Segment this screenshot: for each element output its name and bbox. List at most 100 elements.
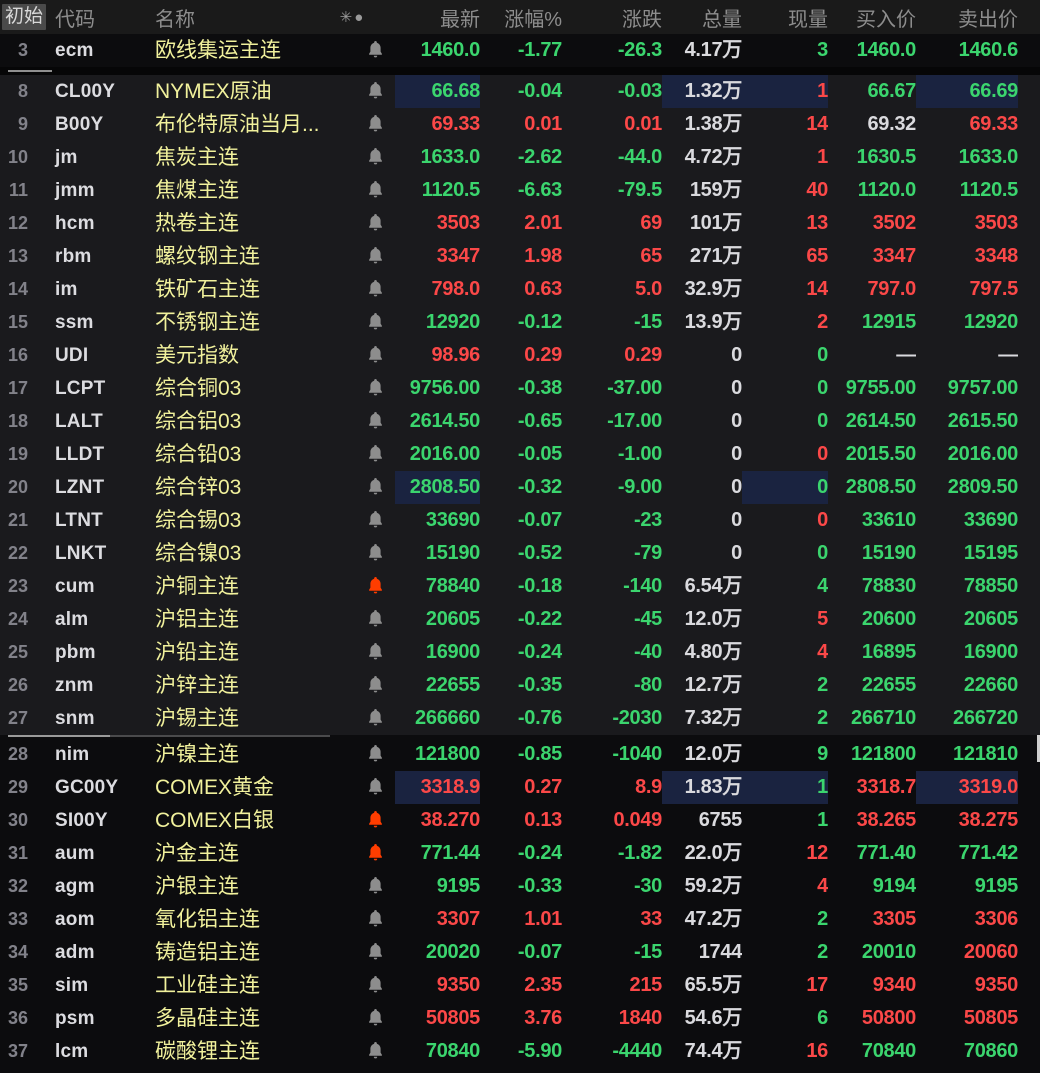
- alert-bell-icon[interactable]: [355, 240, 395, 273]
- alert-bell-icon[interactable]: [355, 837, 395, 870]
- alert-bell-icon[interactable]: [355, 603, 395, 636]
- change-percent: -0.04: [517, 80, 562, 102]
- ask-price: 15195: [963, 542, 1018, 564]
- table-row[interactable]: 35 sim 工业硅主连 9350 2.35 215 65.5万 17 9340…: [0, 969, 1040, 1002]
- table-row[interactable]: 9 B00Y 布伦特原油当月... 69.33 0.01 0.01 1.38万 …: [0, 108, 1040, 141]
- bid-price: 9194: [872, 875, 916, 897]
- column-header-initial-sort[interactable]: 初始: [0, 4, 47, 30]
- table-row[interactable]: 33 aom 氧化铝主连 3307 1.01 33 47.2万 2 3305 3…: [0, 903, 1040, 936]
- alert-bell-icon[interactable]: [355, 75, 395, 108]
- current-volume: 40: [806, 179, 828, 201]
- contract-code: LLDT: [55, 444, 105, 465]
- table-row[interactable]: 37 lcm 碳酸锂主连 70840 -5.90 -4440 74.4万 16 …: [0, 1035, 1040, 1068]
- ask-price: 69.33: [969, 113, 1018, 135]
- table-row[interactable]: 24 alm 沪铝主连 20605 -0.22 -45 12.0万 5 2060…: [0, 603, 1040, 636]
- contract-code: agm: [55, 876, 95, 897]
- alert-bell-icon[interactable]: [355, 273, 395, 306]
- column-header-last[interactable]: 最新: [395, 3, 480, 32]
- table-row[interactable]: 26 znm 沪锌主连 22655 -0.35 -80 12.7万 2 2265…: [0, 669, 1040, 702]
- bid-price: 1120.0: [857, 179, 916, 201]
- column-header-total-volume[interactable]: 总量: [662, 3, 742, 32]
- table-row[interactable]: 11 jmm 焦煤主连 1120.5 -6.63 -79.5 159万 40 1…: [0, 174, 1040, 207]
- table-row[interactable]: 29 GC00Y COMEX黄金 3318.9 0.27 8.9 1.83万 1…: [0, 771, 1040, 804]
- sort-marker-icons[interactable]: ✳●: [310, 8, 395, 26]
- last-price: 12920: [425, 311, 480, 333]
- table-row[interactable]: 36 psm 多晶硅主连 50805 3.76 1840 54.6万 6 508…: [0, 1002, 1040, 1035]
- divider-tick-strong: [8, 735, 110, 737]
- table-row[interactable]: 28 nim 沪镍主连 121800 -0.85 -1040 12.0万 9 1…: [0, 738, 1040, 771]
- alert-bell-icon[interactable]: [355, 771, 395, 804]
- table-row[interactable]: 16 UDI 美元指数 98.96 0.29 0.29 0 0 — —: [0, 339, 1040, 372]
- change-value: -1.00: [617, 443, 662, 465]
- alert-bell-icon[interactable]: [355, 405, 395, 438]
- alert-bell-icon[interactable]: [355, 141, 395, 174]
- row-number: 22: [7, 543, 28, 563]
- contract-code: znm: [55, 675, 94, 696]
- pinned-rows-section: 3 ecm 欧线集运主连 1460.0 -1.77 -26.3 4.17万 3 …: [0, 34, 1040, 67]
- table-row[interactable]: 30 SI00Y COMEX白银 38.270 0.13 0.049 6755 …: [0, 804, 1040, 837]
- alert-bell-icon[interactable]: [355, 34, 395, 67]
- table-row[interactable]: 3 ecm 欧线集运主连 1460.0 -1.77 -26.3 4.17万 3 …: [0, 34, 1040, 67]
- alert-bell-icon[interactable]: [355, 306, 395, 339]
- table-row[interactable]: 13 rbm 螺纹钢主连 3347 1.98 65 271万 65 3347 3…: [0, 240, 1040, 273]
- column-header-change[interactable]: 涨跌: [562, 3, 662, 32]
- table-row[interactable]: 10 jm 焦炭主连 1633.0 -2.62 -44.0 4.72万 1 16…: [0, 141, 1040, 174]
- bid-price: 3305: [872, 908, 916, 930]
- alert-bell-icon[interactable]: [355, 1002, 395, 1035]
- bid-price: 2808.50: [845, 476, 916, 498]
- table-row[interactable]: 34 adm 铸造铝主连 20020 -0.07 -15 1744 2 2001…: [0, 936, 1040, 969]
- alert-bell-icon[interactable]: [355, 207, 395, 240]
- table-row[interactable]: 19 LLDT 综合铅03 2016.00 -0.05 -1.00 0 0 20…: [0, 438, 1040, 471]
- table-row[interactable]: 32 agm 沪银主连 9195 -0.33 -30 59.2万 4 9194 …: [0, 870, 1040, 903]
- column-header-ask-price[interactable]: 卖出价: [916, 3, 1018, 32]
- table-row[interactable]: 17 LCPT 综合铜03 9756.00 -0.38 -37.00 0 0 9…: [0, 372, 1040, 405]
- column-header-bid-price[interactable]: 买入价: [828, 3, 916, 32]
- alert-bell-icon[interactable]: [355, 870, 395, 903]
- table-row[interactable]: 27 snm 沪锡主连 266660 -0.76 -2030 7.32万 2 2…: [0, 702, 1040, 735]
- alert-bell-icon[interactable]: [355, 372, 395, 405]
- change-value: -26.3: [617, 39, 662, 61]
- alert-bell-icon[interactable]: [355, 471, 395, 504]
- alert-bell-icon[interactable]: [355, 804, 395, 837]
- alert-bell-icon[interactable]: [355, 537, 395, 570]
- current-volume: 1: [817, 146, 828, 168]
- change-value: -37.00: [607, 377, 662, 399]
- column-header-current-volume[interactable]: 现量: [742, 3, 828, 32]
- last-price: 33690: [425, 509, 480, 531]
- table-row[interactable]: 22 LNKT 综合镍03 15190 -0.52 -79 0 0 15190 …: [0, 537, 1040, 570]
- alert-bell-icon[interactable]: [355, 570, 395, 603]
- bid-price: 3502: [872, 212, 916, 234]
- column-header-change-pct[interactable]: 涨幅%: [480, 3, 562, 32]
- alert-bell-icon[interactable]: [355, 936, 395, 969]
- current-volume: 0: [817, 443, 828, 465]
- alert-bell-icon[interactable]: [355, 969, 395, 1002]
- change-value: -9.00: [617, 476, 662, 498]
- alert-bell-icon[interactable]: [355, 108, 395, 141]
- table-row[interactable]: 15 ssm 不锈钢主连 12920 -0.12 -15 13.9万 2 129…: [0, 306, 1040, 339]
- alert-bell-icon[interactable]: [355, 504, 395, 537]
- row-number: 13: [7, 246, 28, 266]
- alert-bell-icon[interactable]: [355, 339, 395, 372]
- alert-bell-icon[interactable]: [355, 702, 395, 735]
- alert-bell-icon[interactable]: [355, 1035, 395, 1068]
- table-row[interactable]: 14 im 铁矿石主连 798.0 0.63 5.0 32.9万 14 797.…: [0, 273, 1040, 306]
- table-row[interactable]: 18 LALT 综合铝03 2614.50 -0.65 -17.00 0 0 2…: [0, 405, 1040, 438]
- alert-bell-icon[interactable]: [355, 174, 395, 207]
- table-row[interactable]: 8 CL00Y NYMEX原油 66.68 -0.04 -0.03 1.32万 …: [0, 75, 1040, 108]
- table-row[interactable]: 20 LZNT 综合锌03 2808.50 -0.32 -9.00 0 0 28…: [0, 471, 1040, 504]
- bid-price: —: [896, 344, 916, 366]
- alert-bell-icon[interactable]: [355, 903, 395, 936]
- alert-bell-icon[interactable]: [355, 438, 395, 471]
- alert-bell-icon[interactable]: [355, 738, 395, 771]
- alert-bell-icon[interactable]: [355, 636, 395, 669]
- contract-code: aum: [55, 843, 95, 864]
- table-row[interactable]: 23 cum 沪铜主连 78840 -0.18 -140 6.54万 4 788…: [0, 570, 1040, 603]
- row-number: 23: [7, 576, 28, 596]
- table-row[interactable]: 31 aum 沪金主连 771.44 -0.24 -1.82 22.0万 12 …: [0, 837, 1040, 870]
- table-row[interactable]: 25 pbm 沪铅主连 16900 -0.24 -40 4.80万 4 1689…: [0, 636, 1040, 669]
- column-header-code[interactable]: 代码: [40, 3, 150, 32]
- table-row[interactable]: 12 hcm 热卷主连 3503 2.01 69 101万 13 3502 35…: [0, 207, 1040, 240]
- change-percent: 0.29: [524, 344, 562, 366]
- table-row[interactable]: 21 LTNT 综合锡03 33690 -0.07 -23 0 0 33610 …: [0, 504, 1040, 537]
- alert-bell-icon[interactable]: [355, 669, 395, 702]
